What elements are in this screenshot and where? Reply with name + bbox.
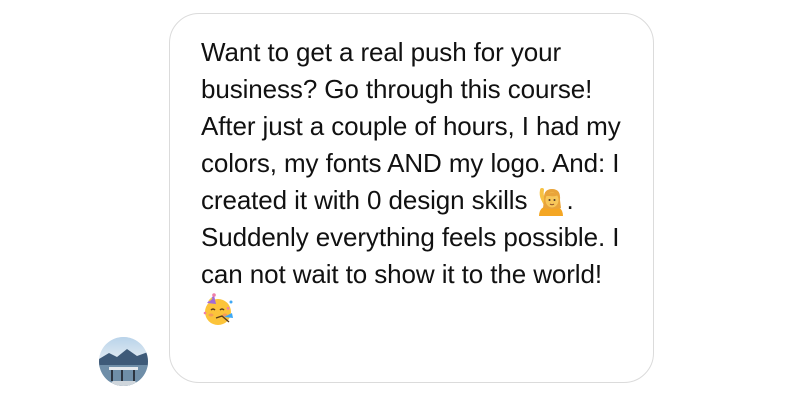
message-bubble[interactable]: Want to get a real push for your busines… (169, 13, 654, 383)
message-text: Want to get a real push for your busines… (201, 34, 629, 330)
person-raising-hand-icon (536, 186, 566, 216)
avatar-photo-icon (99, 337, 148, 386)
sender-avatar[interactable] (99, 337, 148, 386)
message-thread: Want to get a real push for your busines… (0, 0, 800, 400)
partying-face-icon (202, 293, 236, 327)
